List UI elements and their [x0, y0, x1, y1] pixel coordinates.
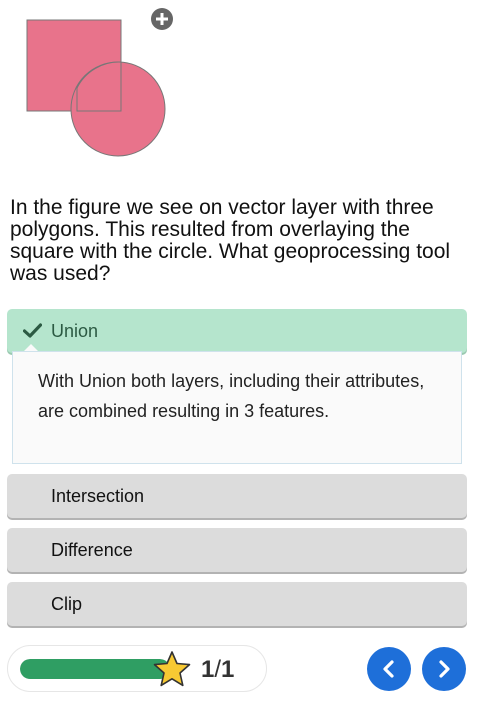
option-label: Union [51, 321, 99, 341]
score-counter: 1/1 [201, 656, 234, 684]
option-union[interactable]: Union [7, 309, 467, 353]
previous-button[interactable] [367, 647, 411, 691]
option-label: Intersection [51, 486, 145, 506]
score-total: 1 [221, 656, 235, 683]
option-clip[interactable]: Clip [7, 582, 467, 626]
chevron-left-icon [383, 660, 394, 678]
score-current: 1 [201, 656, 215, 683]
overlay-figure [26, 19, 166, 157]
question-text: In the figure we see on vector layer wit… [10, 196, 451, 285]
next-button[interactable] [422, 647, 466, 691]
option-label: Difference [51, 540, 133, 560]
progress-fill [20, 659, 170, 679]
star-icon [153, 651, 191, 687]
feedback-panel: With Union both layers, including their … [12, 351, 462, 464]
option-difference[interactable]: Difference [7, 528, 467, 572]
feedback-text: With Union both layers, including their … [38, 371, 425, 421]
progress-bar [20, 659, 170, 679]
figure-area [0, 0, 486, 180]
chevron-right-icon [439, 660, 450, 678]
option-label: Clip [51, 594, 83, 614]
option-intersection[interactable]: Intersection [7, 474, 467, 518]
plus-circle-icon [156, 13, 168, 25]
check-icon [23, 323, 42, 338]
progress-panel: 1/1 [7, 645, 267, 692]
expand-figure-button[interactable] [151, 8, 173, 30]
